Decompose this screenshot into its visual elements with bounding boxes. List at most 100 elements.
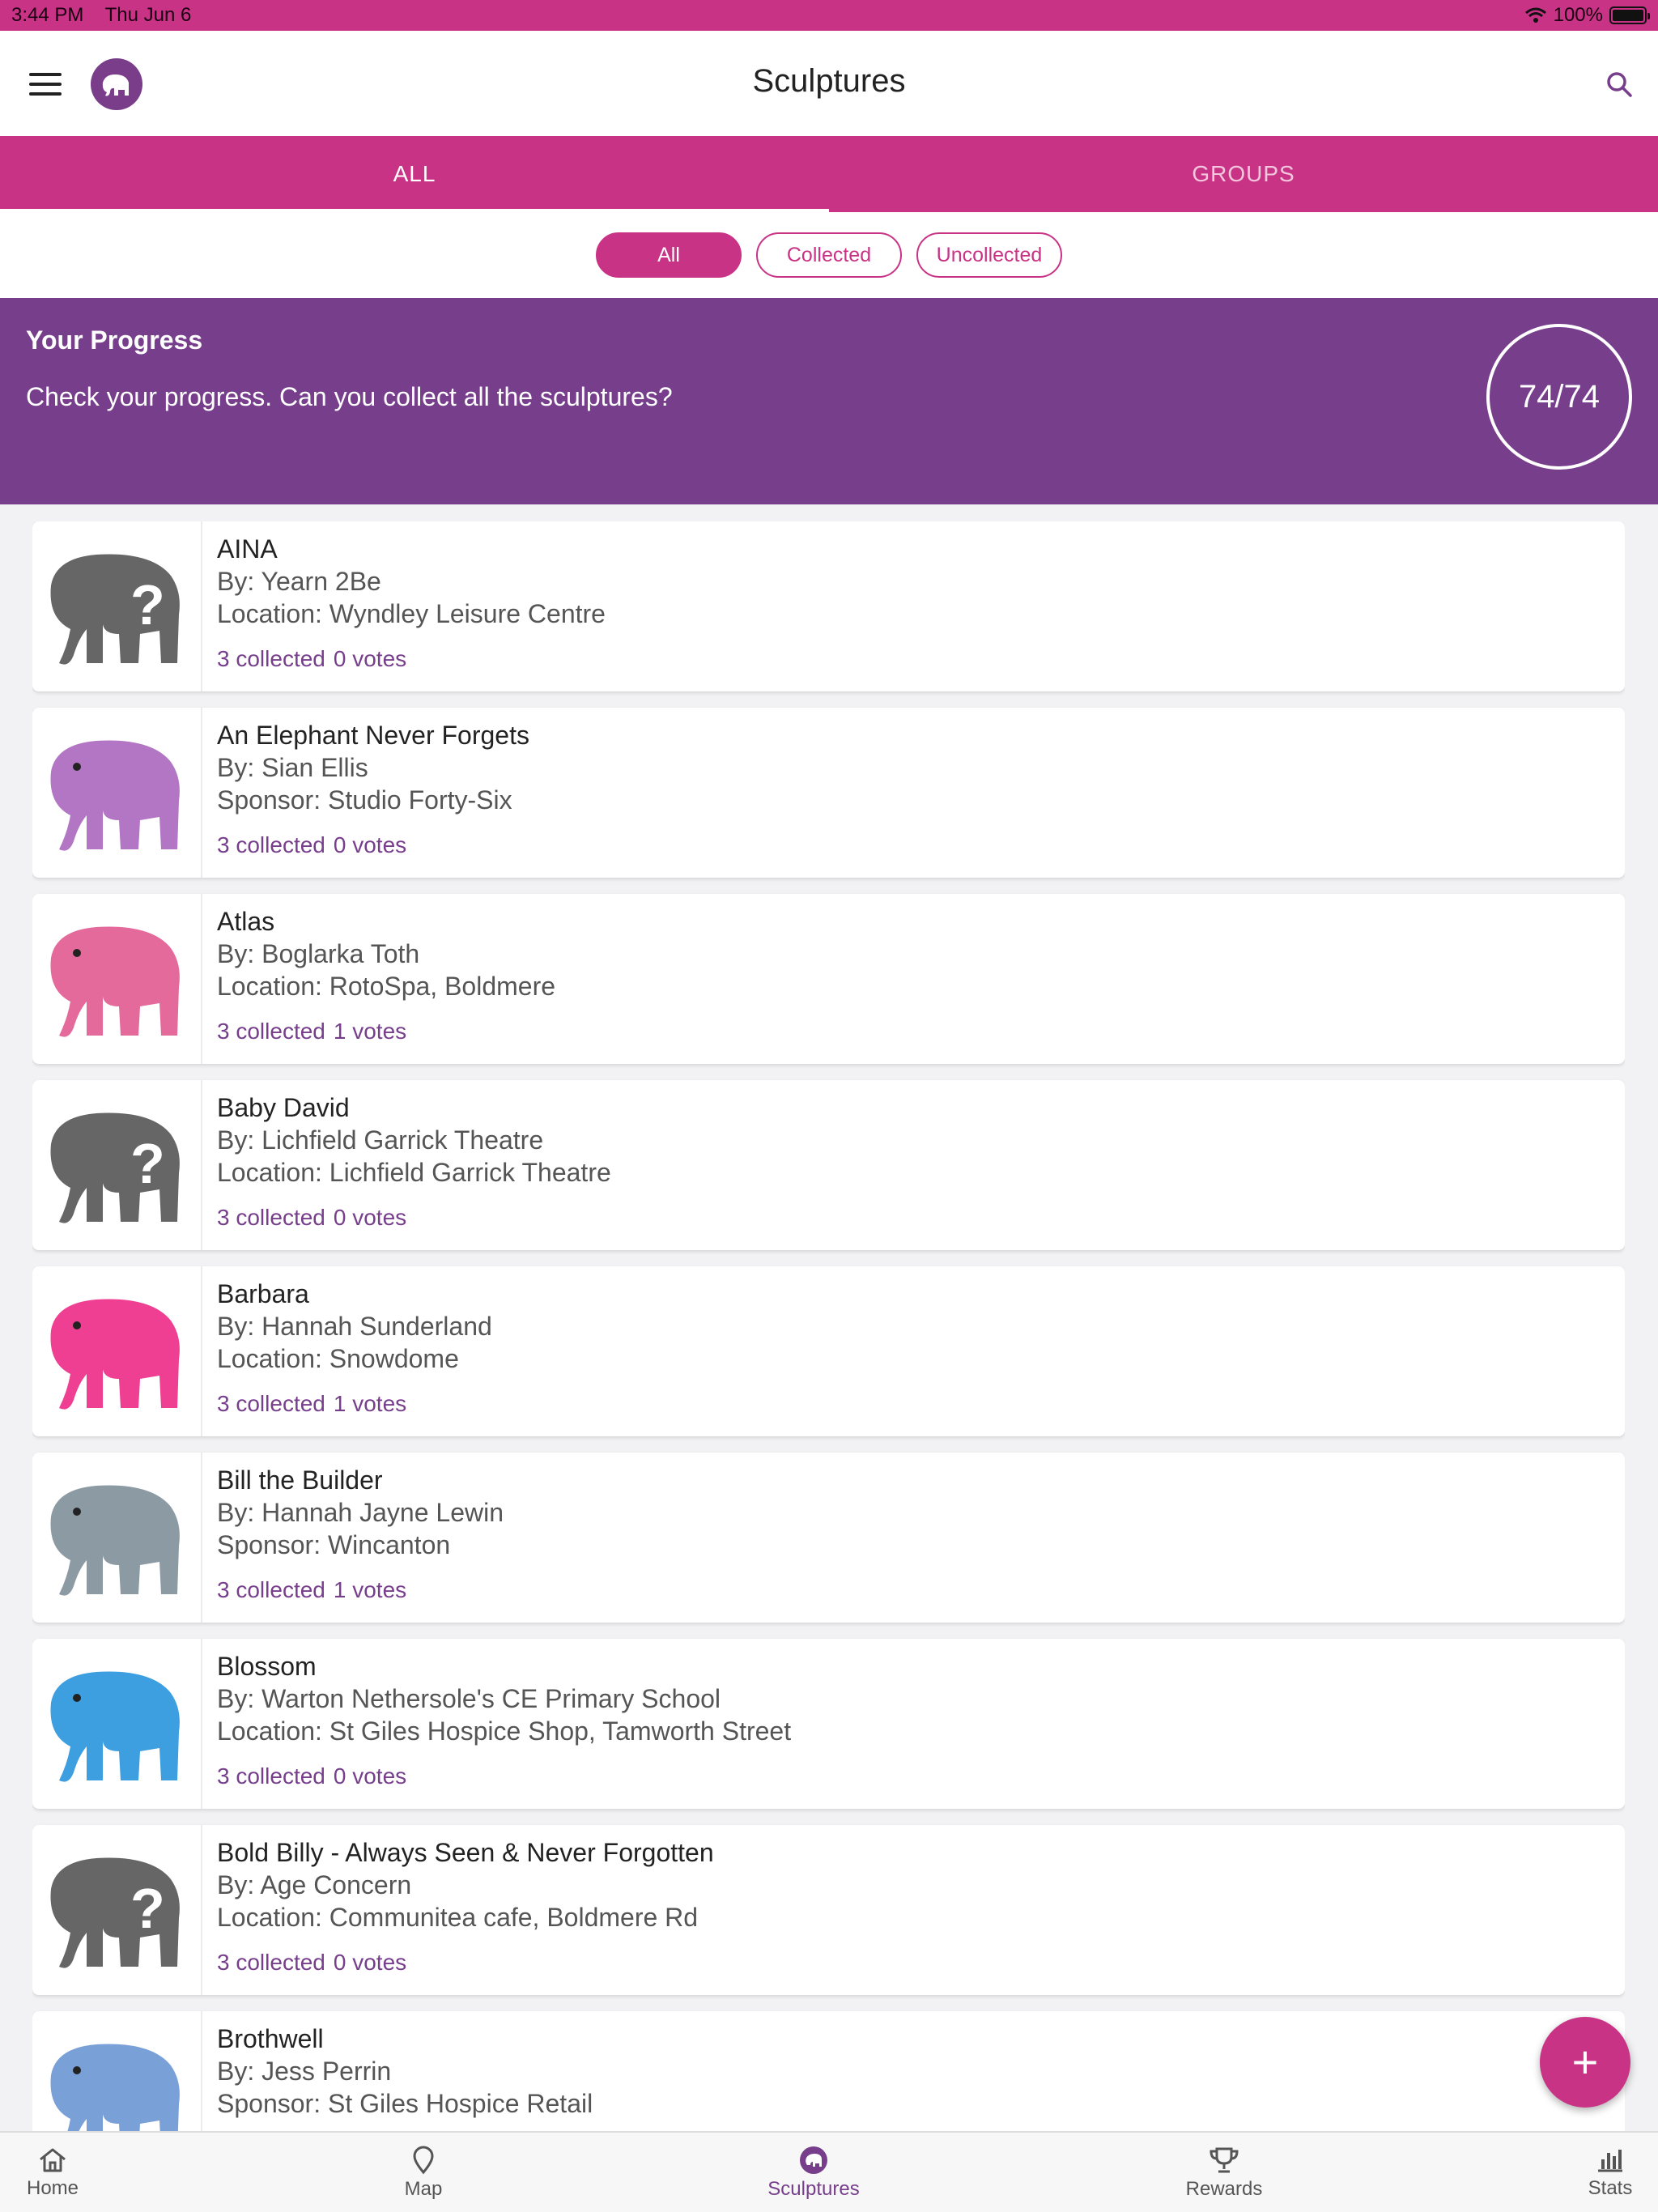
status-bar: 3:44 PM Thu Jun 6 100% [0, 0, 1658, 31]
status-date: Thu Jun 6 [104, 4, 192, 26]
vote-count: 0 votes [333, 1763, 407, 1789]
sculpture-detail: Location: RotoSpa, Boldmere [217, 972, 556, 1001]
collected-count: 3 collected [217, 1391, 325, 1416]
tab-bar: ALL GROUPS [0, 136, 1658, 212]
sculpture-detail: Sponsor: St Giles Hospice Retail [217, 2089, 593, 2118]
sculpture-info: Bill the Builder By: Hannah Jayne Lewin Sp… [202, 1453, 504, 1623]
sculpture-card[interactable]: Blossom By: Warton Nethersole's CE Primar… [32, 1639, 1625, 1809]
vote-count: 0 votes [333, 1950, 407, 1975]
sculpture-detail: Location: Snowdome [217, 1344, 459, 1373]
sculpture-stats: 3 collected 0 votes [217, 1202, 611, 1234]
filter-all-button[interactable]: All [596, 232, 742, 278]
sculpture-card[interactable]: Atlas By: Boglarka Toth Location: RotoSpa,… [32, 894, 1625, 1064]
sculpture-artist: By: Sian Ellis [217, 753, 368, 782]
elephant-sculpture-image [50, 1671, 180, 1782]
sculpture-stats: 3 collected 1 votes [217, 1574, 504, 1606]
sculpture-thumbnail: ? [32, 1825, 202, 1995]
sculpture-artist: By: Age Concern [217, 1870, 412, 1899]
battery-percent: 100% [1553, 4, 1603, 26]
plus-icon: + [1571, 2036, 1599, 2087]
filter-collected-button[interactable]: Collected [756, 232, 902, 278]
sculpture-info: Bold Billy - Always Seen & Never Forgott… [202, 1825, 714, 1995]
collected-count: 3 collected [217, 1577, 325, 1602]
svg-text:?: ? [130, 573, 165, 636]
sculpture-artist: By: Hannah Jayne Lewin [217, 1498, 504, 1527]
battery-icon [1609, 6, 1650, 24]
tab-groups[interactable]: GROUPS [829, 136, 1658, 212]
sculpture-thumbnail [32, 1639, 202, 1809]
sculpture-stats: 3 collected 0 votes [217, 643, 606, 675]
sculpture-card[interactable]: ? Bold Billy - Always Seen & Never Forgot… [32, 1825, 1625, 1995]
sculpture-detail: Location: Wyndley Leisure Centre [217, 599, 606, 628]
filter-bar: All Collected Uncollected [0, 212, 1658, 298]
collected-count: 3 collected [217, 1950, 325, 1975]
bar-chart-icon [1598, 2150, 1622, 2172]
vote-count: 1 votes [333, 1019, 407, 1044]
bottom-nav: Home Map Sculptures Rewards Stats [0, 2131, 1658, 2212]
sculpture-card[interactable]: An Elephant Never Forgets By: Sian Ellis S… [32, 708, 1625, 878]
sculpture-artist: By: Jess Perrin [217, 2057, 392, 2086]
sculpture-stats: 3 collected 1 votes [217, 1388, 492, 1420]
collected-count: 3 collected [217, 1019, 325, 1044]
sculpture-detail: Location: St Giles Hospice Shop, Tamwort… [217, 1716, 792, 1746]
sculpture-name: Atlas [217, 907, 275, 936]
sculpture-detail: Sponsor: Studio Forty-Six [217, 785, 512, 815]
sculpture-name: Barbara [217, 1279, 309, 1308]
sculpture-info: Atlas By: Boglarka Toth Location: RotoSpa,… [202, 894, 555, 1064]
nav-rewards[interactable]: Rewards [1175, 2133, 1273, 2212]
placeholder-elephant-icon: ? [50, 1112, 180, 1223]
sculpture-card[interactable]: Bill the Builder By: Hannah Jayne Lewin Sp… [32, 1453, 1625, 1623]
nav-stats-label: Stats [1588, 2177, 1633, 2199]
sculpture-card[interactable]: ? Baby David By: Lichfield Garrick Theatre… [32, 1080, 1625, 1250]
vote-count: 1 votes [333, 1391, 407, 1416]
sculpture-artist: By: Hannah Sunderland [217, 1312, 492, 1341]
vote-count: 0 votes [333, 646, 407, 671]
collected-count: 3 collected [217, 1205, 325, 1230]
elephant-icon [800, 2146, 827, 2174]
tab-all[interactable]: ALL [0, 136, 829, 212]
nav-stats[interactable]: Stats [1574, 2133, 1647, 2212]
sculpture-info: Baby David By: Lichfield Garrick Theatre L… [202, 1080, 611, 1250]
nav-sculptures-label: Sculptures [767, 2178, 860, 2200]
sculpture-name: Blossom [217, 1652, 317, 1681]
vote-count: 1 votes [333, 1577, 407, 1602]
nav-map[interactable]: Map [387, 2133, 460, 2212]
sculpture-detail: Location: Communitea cafe, Boldmere Rd [217, 1903, 699, 1932]
page-title: Sculptures [752, 63, 906, 99]
sculpture-card[interactable]: ? AINA By: Yearn 2Be Location: Wyndley Leis… [32, 521, 1625, 691]
placeholder-elephant-icon: ? [50, 554, 180, 665]
sculpture-name: Bold Billy - Always Seen & Never Forgott… [217, 1838, 714, 1867]
elephant-sculpture-image [50, 740, 180, 851]
progress-title: Your Progress [26, 325, 203, 355]
filter-uncollected-button[interactable]: Uncollected [916, 232, 1062, 278]
nav-home[interactable]: Home [16, 2133, 89, 2212]
nav-sculptures[interactable]: Sculptures [753, 2133, 874, 2212]
sculpture-name: AINA [217, 534, 278, 564]
sculpture-name: Baby David [217, 1093, 350, 1122]
sculpture-name: Brothwell [217, 2024, 324, 2053]
progress-count: 74/74 [1518, 378, 1601, 415]
trophy-icon [1209, 2147, 1239, 2173]
sculpture-artist: By: Lichfield Garrick Theatre [217, 1125, 544, 1155]
progress-text: Check your progress. Can you collect all… [26, 382, 673, 411]
sculpture-thumbnail: ? [32, 1080, 202, 1250]
sculpture-info: Blossom By: Warton Nethersole's CE Primar… [202, 1639, 791, 1809]
nav-map-label: Map [404, 2178, 443, 2200]
elephant-sculpture-image [50, 1299, 180, 1410]
nav-home-label: Home [26, 2177, 79, 2199]
search-icon[interactable] [1605, 70, 1634, 99]
elephant-sculpture-image [50, 2044, 180, 2131]
sculpture-stats: 3 collected 0 votes [217, 1760, 791, 1793]
add-button[interactable]: + [1540, 2017, 1630, 2108]
sculpture-card[interactable]: Barbara By: Hannah Sunderland Location: Sn… [32, 1266, 1625, 1436]
sculpture-info: Brothwell By: Jess Perrin Sponsor: St Gile… [202, 2011, 593, 2131]
sculpture-artist: By: Boglarka Toth [217, 939, 420, 968]
vote-count: 0 votes [333, 832, 407, 857]
progress-ring: 74/74 [1486, 324, 1632, 470]
sculpture-card[interactable]: Brothwell By: Jess Perrin Sponsor: St Gile… [32, 2011, 1625, 2131]
svg-text:?: ? [130, 1877, 165, 1940]
vote-count: 0 votes [333, 1205, 407, 1230]
collected-count: 3 collected [217, 646, 325, 671]
sculpture-info: An Elephant Never Forgets By: Sian Ellis S… [202, 708, 529, 878]
progress-banner: Your Progress Check your progress. Can y… [0, 298, 1658, 504]
